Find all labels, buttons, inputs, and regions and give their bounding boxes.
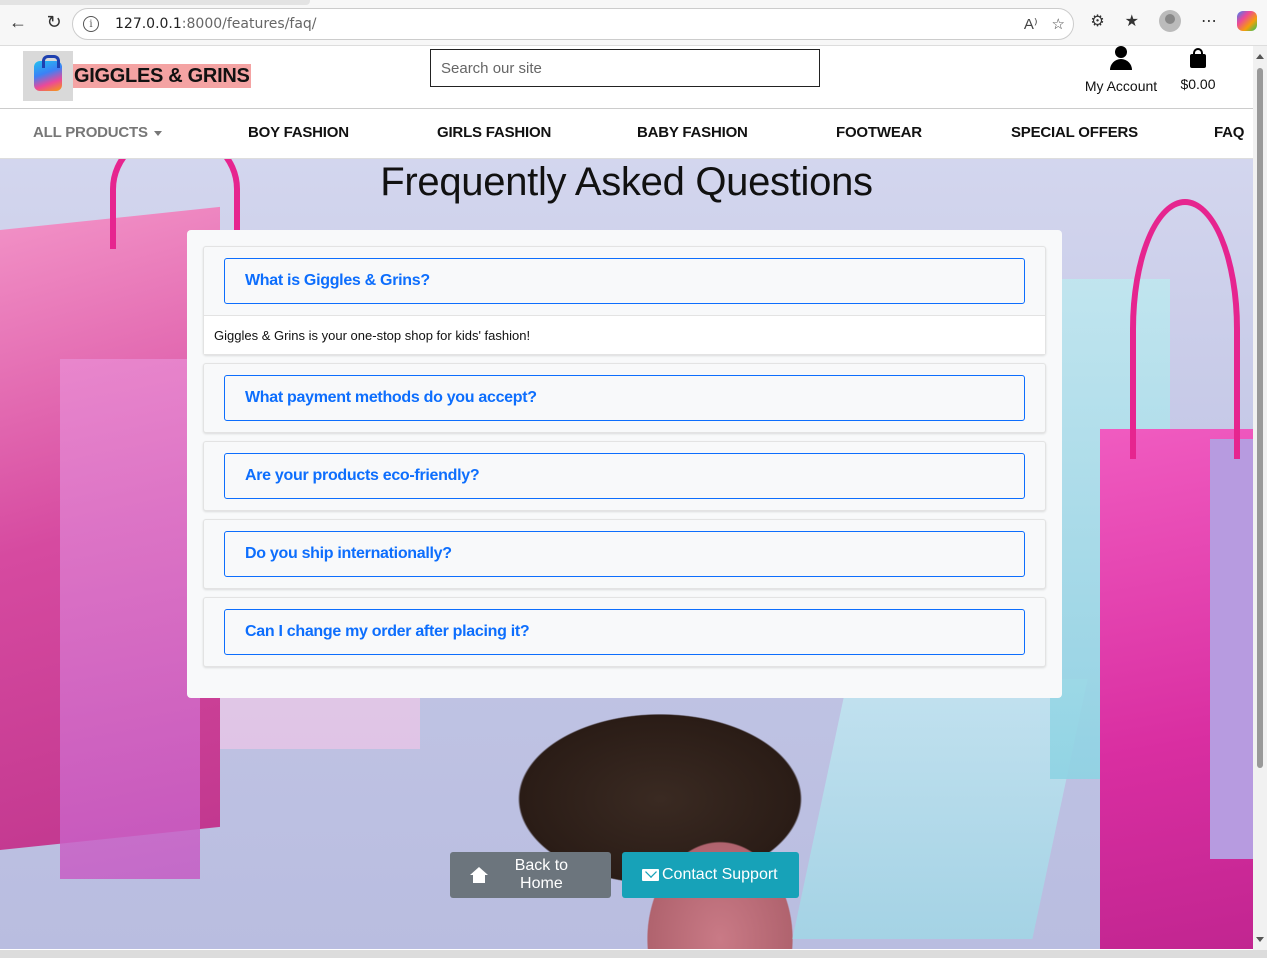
back-arrow-icon[interactable]: ← xyxy=(0,5,36,41)
cart-total: $0.00 xyxy=(1180,76,1216,92)
back-to-home-label: Back to Home xyxy=(514,857,569,892)
logo[interactable] xyxy=(23,51,73,101)
faq-item: What payment methods do you accept? xyxy=(203,363,1046,433)
page-title: Frequently Asked Questions xyxy=(380,160,873,204)
tab-strip xyxy=(0,0,310,5)
faq-item: Can I change my order after placing it? xyxy=(203,597,1046,667)
caret-down-icon xyxy=(153,130,162,136)
scroll-up-arrow-icon[interactable] xyxy=(1256,54,1264,59)
faq-item: Do you ship internationally? xyxy=(203,519,1046,589)
nav-special-offers[interactable]: SPECIAL OFFERS xyxy=(1011,124,1138,141)
page-scrollbar[interactable] xyxy=(1253,46,1267,950)
bottom-edge xyxy=(0,950,1267,958)
bg-bag-purple-right xyxy=(1210,439,1253,859)
faq-item: Are your products eco-friendly? xyxy=(203,441,1046,511)
faq-question-button[interactable]: What payment methods do you accept? xyxy=(224,375,1025,421)
nav-all-products[interactable]: ALL PRODUCTS xyxy=(33,124,162,141)
scroll-down-arrow-icon[interactable] xyxy=(1256,937,1264,942)
envelope-icon xyxy=(642,869,659,881)
home-icon xyxy=(470,867,488,883)
my-account-link[interactable]: My Account xyxy=(1080,46,1162,94)
nav-girls-fashion[interactable]: GIRLS FASHION xyxy=(437,124,551,141)
reload-icon[interactable]: ↻ xyxy=(36,5,72,41)
site-header: GIGGLES & GRINS My Account $0.00 xyxy=(0,46,1253,108)
favorites-icon[interactable]: ★ xyxy=(1125,11,1139,31)
nav-baby-fashion[interactable]: BABY FASHION xyxy=(637,124,748,141)
site-info-icon[interactable]: i xyxy=(83,16,99,32)
faq-question-button[interactable]: What is Giggles & Grins? xyxy=(224,258,1025,304)
cart-bag-icon xyxy=(1190,48,1206,68)
profile-avatar[interactable] xyxy=(1159,10,1181,32)
favorite-star-icon[interactable]: ☆ xyxy=(1052,15,1065,33)
search-input[interactable] xyxy=(430,49,820,87)
account-label: My Account xyxy=(1084,78,1158,94)
contact-support-button[interactable]: Contact Support xyxy=(622,852,799,898)
shopping-bag-logo-icon xyxy=(34,55,62,91)
back-to-home-button[interactable]: Back to Home xyxy=(450,852,611,898)
nav-boy-fashion[interactable]: BOY FASHION xyxy=(248,124,349,141)
bg-bag-violet-left xyxy=(60,359,200,879)
nav-footwear[interactable]: FOOTWEAR xyxy=(836,124,922,141)
action-buttons: Back to Home Contact Support xyxy=(450,852,799,898)
user-icon xyxy=(1109,46,1133,72)
faq-accordion: What is Giggles & Grins? Giggles & Grins… xyxy=(187,230,1062,698)
copilot-icon[interactable] xyxy=(1237,11,1257,31)
scroll-thumb[interactable] xyxy=(1257,68,1263,768)
brand-name[interactable]: GIGGLES & GRINS xyxy=(73,64,251,88)
main-nav: ALL PRODUCTS BOY FASHION GIRLS FASHION B… xyxy=(0,108,1253,159)
contact-support-label: Contact Support xyxy=(662,866,778,883)
browser-toolbar: ← ↻ i 127.0.0.1:8000/features/faq/ A⁾ ☆ … xyxy=(0,0,1267,46)
address-bar[interactable]: i 127.0.0.1:8000/features/faq/ A⁾ ☆ xyxy=(72,8,1074,40)
more-menu-icon[interactable]: ⋯ xyxy=(1201,11,1217,31)
bg-bag-handle-right xyxy=(1130,199,1240,459)
faq-answer: Giggles & Grins is your one-stop shop fo… xyxy=(204,315,1045,354)
read-aloud-icon[interactable]: A⁾ xyxy=(1024,15,1038,33)
bg-bag-blue xyxy=(792,679,1088,939)
url-text: 127.0.0.1:8000/features/faq/ xyxy=(115,16,317,32)
faq-question-button[interactable]: Are your products eco-friendly? xyxy=(224,453,1025,499)
faq-item: What is Giggles & Grins? Giggles & Grins… xyxy=(203,246,1046,355)
faq-question-button[interactable]: Do you ship internationally? xyxy=(224,531,1025,577)
nav-faq[interactable]: FAQ xyxy=(1214,124,1244,141)
cart-link[interactable]: $0.00 xyxy=(1176,48,1220,92)
extensions-icon[interactable]: ⚙ xyxy=(1090,11,1104,31)
faq-question-button[interactable]: Can I change my order after placing it? xyxy=(224,609,1025,655)
